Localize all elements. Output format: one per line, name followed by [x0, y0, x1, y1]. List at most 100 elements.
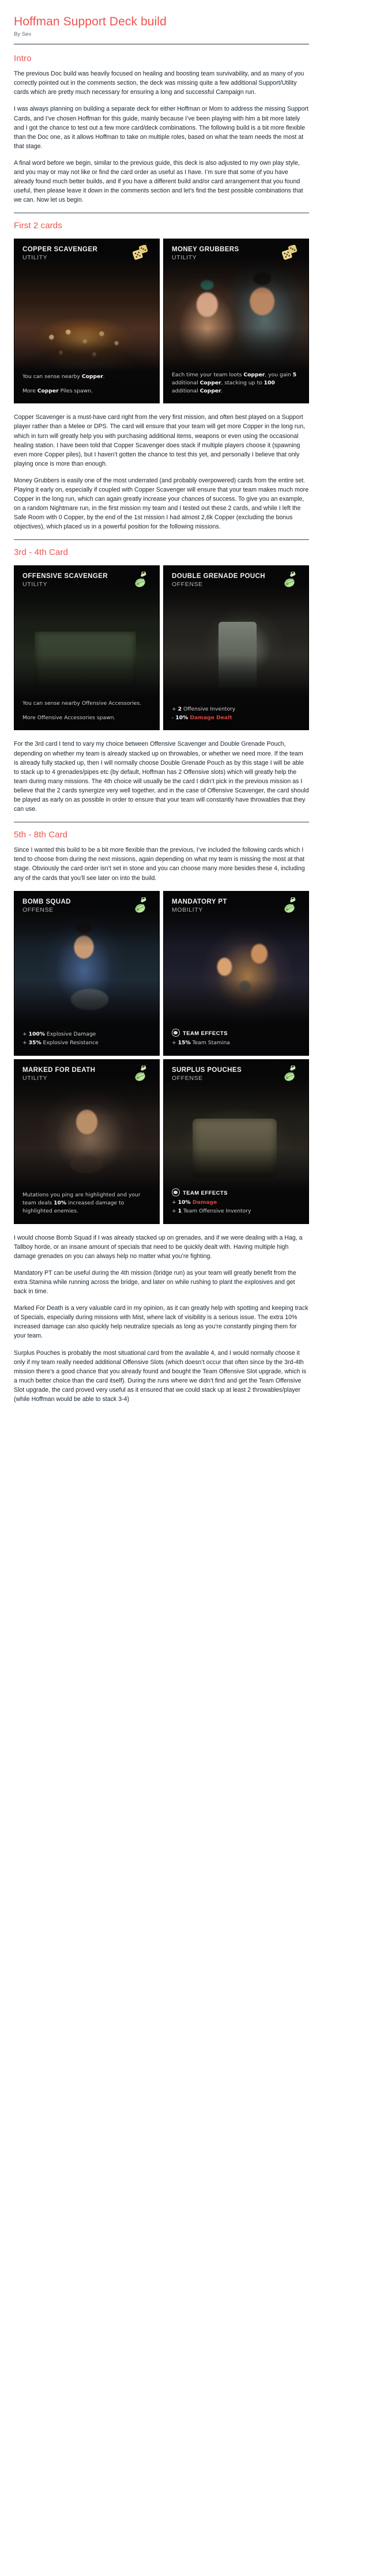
- card-body-wrap: TEAM EFFECTS + 15% Team Stamina: [172, 1029, 302, 1048]
- card-grid: Offensive Scavenger Utility You can sense …: [14, 565, 309, 731]
- dice-icon: [281, 244, 302, 262]
- section-heading-first-2-cards: First 2 cards: [14, 221, 62, 231]
- card-effect-line: Each time your team loots Copper, you ga…: [172, 371, 302, 396]
- stat-label: Team Stamina: [190, 1040, 230, 1047]
- page-title: Hoffman Support Deck build: [14, 15, 167, 28]
- card-keyword: Copper: [199, 379, 221, 386]
- card-body-wrap: + 2 Offensive Inventory - 10% Damage Deal…: [172, 705, 302, 723]
- card-keyword: 5: [292, 371, 297, 378]
- card-keyword: 100: [263, 379, 275, 386]
- card-header: Double Grenade Pouch Offense: [172, 573, 265, 588]
- paragraph: Mandatory PT can be useful during the 4t…: [14, 1269, 296, 1295]
- card-body-wrap: You can sense nearby Offensive Accessori…: [22, 700, 152, 723]
- card-effect-line: More Copper Piles spawn.: [22, 387, 152, 395]
- paragraph: Marked For Death is a very valuable card…: [14, 1305, 308, 1340]
- stat-label: Team Offensive Inventory: [182, 1208, 251, 1215]
- game-card[interactable]: Mandatory PT Mobility TEAM EFFECTS + 15% Te…: [163, 890, 309, 1056]
- game-card[interactable]: Money Grubbers Utility Each time your team…: [163, 239, 309, 404]
- paragraph: Copper Scavenger is a must-have card rig…: [14, 414, 306, 467]
- stat-sign: +: [22, 1031, 29, 1038]
- team-effects-label: TEAM EFFECTS: [183, 1189, 228, 1196]
- card-text: You can sense nearby Offensive Accessori…: [22, 700, 142, 707]
- section-first-2-cards: First 2 cards Copper Scavenger Utility You …: [14, 221, 309, 541]
- section-3rd-4th-card: 3rd - 4th Card Offensive Scavenger Utility…: [14, 547, 309, 823]
- card-name: Offensive Scavenger: [22, 573, 108, 580]
- card-text: , you gain: [265, 371, 293, 378]
- grenade-icon: [281, 571, 302, 589]
- card-type: Utility: [22, 1074, 48, 1082]
- card-text: You can sense nearby: [22, 373, 82, 380]
- card-effect-text: + 100% Explosive Damage + 35% Explosive R…: [22, 1030, 152, 1048]
- byline: By Sev: [14, 31, 32, 38]
- stat-sign: +: [172, 1208, 178, 1215]
- stat-label: Offensive Inventory: [182, 705, 236, 712]
- stat-sign: +: [22, 1040, 29, 1047]
- card-name: Surplus Pouches: [172, 1066, 242, 1074]
- card-name: Mandatory PT: [172, 898, 227, 905]
- card-name: Double Grenade Pouch: [172, 573, 265, 580]
- team-effects-icon: [172, 1188, 180, 1197]
- section-heading-intro: Intro: [14, 54, 32, 64]
- card-effect-line: - 10% Damage Dealt: [172, 714, 302, 722]
- stat-value: 10%: [178, 1199, 191, 1206]
- game-card[interactable]: Copper Scavenger Utility You can sense nea…: [14, 239, 160, 404]
- card-header: Offensive Scavenger Utility: [22, 573, 108, 588]
- card-type: Utility: [22, 254, 48, 262]
- card-text: additional: [172, 388, 200, 395]
- section-heading-3rd-4th-card: 3rd - 4th Card: [14, 547, 68, 558]
- card-text: , stacking up to: [221, 379, 264, 386]
- card-effect-line: + 1 Team Offensive Inventory: [172, 1207, 302, 1215]
- card-keyword: Copper: [81, 373, 103, 380]
- paragraph: For the 3rd card I tend to vary my choic…: [14, 741, 309, 813]
- card-body-wrap: Each time your team loots Copper, you ga…: [172, 371, 302, 396]
- section-intro: Intro The previous Doc build was heavily …: [14, 54, 309, 214]
- game-card[interactable]: Surplus Pouches Offense TEAM EFFECTS + 10% …: [163, 1059, 309, 1224]
- section-heading-5th-8th-card: 5th - 8th Card: [14, 830, 68, 840]
- card-effect-text: You can sense nearby Copper. More Copper …: [22, 373, 152, 396]
- paragraph: I would choose Bomb Squad if I was alrea…: [14, 1234, 303, 1260]
- document-content: Hoffman Support Deck build By Sev Intro T…: [14, 15, 309, 1404]
- card-effect-line: More Offensive Accessories spawn.: [22, 714, 152, 722]
- card-text: More Offensive Accessories spawn.: [22, 715, 116, 722]
- card-type: Offense: [22, 906, 54, 913]
- card-effect-text: Each time your team loots Copper, you ga…: [172, 371, 302, 396]
- team-effects-label: TEAM EFFECTS: [183, 1029, 228, 1036]
- stat-damage-label: Damage: [190, 1199, 217, 1206]
- card-type: Offense: [172, 581, 203, 588]
- team-effects-icon: [172, 1029, 180, 1037]
- sections-root: Intro The previous Doc build was heavily …: [14, 54, 309, 1404]
- card-keyword: Copper: [243, 371, 265, 378]
- card-text-gap: [22, 382, 152, 387]
- stat-damage-label: Damage Dealt: [188, 715, 232, 722]
- grenade-icon: [281, 896, 302, 915]
- card-grid: Copper Scavenger Utility You can sense nea…: [14, 239, 309, 404]
- game-card[interactable]: Offensive Scavenger Utility You can sense …: [14, 565, 160, 731]
- card-effect-text: + 2 Offensive Inventory - 10% Damage Deal…: [172, 705, 302, 723]
- card-type: Utility: [22, 581, 48, 588]
- grenade-icon: [281, 1064, 302, 1083]
- team-effects-header: TEAM EFFECTS: [172, 1029, 302, 1037]
- card-type: Offense: [172, 1074, 203, 1082]
- game-card[interactable]: Double Grenade Pouch Offense + 2 Offensive…: [163, 565, 309, 731]
- card-name: Bomb Squad: [22, 898, 71, 905]
- card-name: Marked For Death: [22, 1066, 96, 1074]
- card-text: Piles spawn.: [58, 388, 93, 395]
- card-text-gap: [22, 708, 152, 714]
- paragraph: Since I wanted this build to be a bit mo…: [14, 847, 305, 882]
- card-type: Utility: [172, 254, 197, 262]
- card-header: Surplus Pouches Offense: [172, 1067, 242, 1082]
- card-effect-line: Mutations you ping are highlighted and y…: [22, 1191, 152, 1216]
- card-effect-line: + 2 Offensive Inventory: [172, 705, 302, 713]
- card-effect-text: Mutations you ping are highlighted and y…: [22, 1191, 152, 1216]
- card-body-wrap: You can sense nearby Copper. More Copper …: [22, 373, 152, 396]
- dice-icon: [131, 244, 152, 262]
- stat-sign: +: [172, 1040, 178, 1047]
- game-card[interactable]: Bomb Squad Offense + 100% Explosive Damage…: [14, 890, 160, 1056]
- card-type: Mobility: [172, 906, 203, 913]
- game-card[interactable]: Marked For Death Utility Mutations you pin…: [14, 1059, 160, 1224]
- card-name: Money Grubbers: [172, 246, 239, 254]
- card-body-wrap: TEAM EFFECTS + 10% Damage + 1 Team Offensi…: [172, 1188, 302, 1217]
- stat-value: 35%: [28, 1040, 42, 1047]
- stat-value: 15%: [178, 1040, 191, 1047]
- card-text: .: [103, 373, 105, 380]
